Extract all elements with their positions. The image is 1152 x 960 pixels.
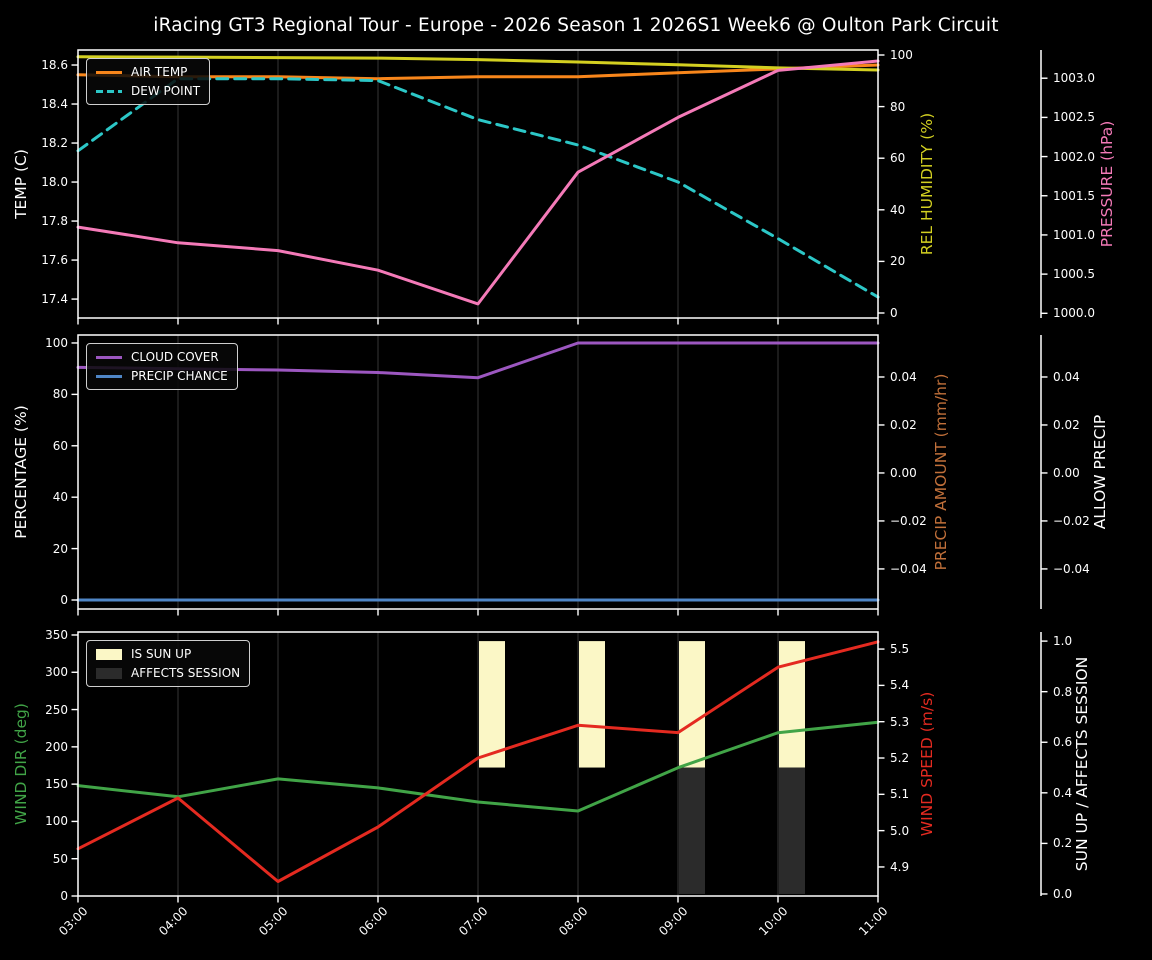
precip-chance-line-swatch bbox=[96, 374, 122, 378]
is-sun-up-bar bbox=[479, 641, 505, 768]
legend-item-precip-chance: PRECIP CHANCE bbox=[96, 369, 228, 383]
legend-item-is-sun-up: IS SUN UP bbox=[96, 647, 240, 661]
axis-label-wind-speed: WIND SPEED (m/s) bbox=[918, 691, 936, 837]
legend-item-air-temp: AIR TEMP bbox=[96, 65, 200, 79]
legend-percentage-plot: CLOUD COVER PRECIP CHANCE bbox=[86, 343, 238, 390]
axis-label-pressure: PRESSURE (hPa) bbox=[1098, 120, 1116, 248]
axis-label-wind-dir: WIND DIR (deg) bbox=[12, 703, 30, 825]
legend-label-dew-point: DEW POINT bbox=[131, 84, 201, 98]
axis-label-allow-precip: ALLOW PRECIP bbox=[1091, 414, 1109, 530]
legend-label-cloud-cover: CLOUD COVER bbox=[131, 350, 219, 364]
axis-label-sun-up-affects: SUN UP / AFFECTS SESSION bbox=[1073, 656, 1091, 872]
legend-temperature-plot: AIR TEMP DEW POINT bbox=[86, 58, 211, 105]
legend-label-precip-chance: PRECIP CHANCE bbox=[131, 369, 228, 383]
legend-item-affects-session: AFFECTS SESSION bbox=[96, 666, 240, 680]
affects-session-bar bbox=[679, 767, 705, 894]
is-sun-up-bar bbox=[579, 641, 605, 768]
dew-point-line-swatch bbox=[96, 89, 122, 93]
sun-up-patch-swatch bbox=[96, 648, 122, 660]
cloud-cover-line-swatch bbox=[96, 355, 122, 359]
weather-forecast-figure: iRacing GT3 Regional Tour - Europe - 202… bbox=[0, 0, 1152, 960]
affects-session-patch-swatch bbox=[96, 667, 122, 679]
legend-item-dew-point: DEW POINT bbox=[96, 84, 200, 98]
axis-label-percentage: PERCENTAGE (%) bbox=[12, 405, 30, 539]
axis-label-temp: TEMP (C) bbox=[12, 149, 30, 219]
axis-label-precip-amount: PRECIP AMOUNT (mm/hr) bbox=[932, 373, 950, 571]
legend-label-is-sun-up: IS SUN UP bbox=[131, 647, 192, 661]
legend-item-cloud-cover: CLOUD COVER bbox=[96, 350, 228, 364]
axis-label-rel-humidity: REL HUMIDITY (%) bbox=[918, 112, 936, 256]
affects-session-bar bbox=[779, 767, 805, 894]
legend-label-affects-session: AFFECTS SESSION bbox=[131, 666, 241, 680]
is-sun-up-bar bbox=[679, 641, 705, 768]
air-temp-line-swatch bbox=[96, 70, 122, 74]
legend-wind-plot: IS SUN UP AFFECTS SESSION bbox=[86, 640, 251, 687]
charts-canvas bbox=[71, 49, 1048, 903]
legend-label-air-temp: AIR TEMP bbox=[131, 65, 188, 79]
